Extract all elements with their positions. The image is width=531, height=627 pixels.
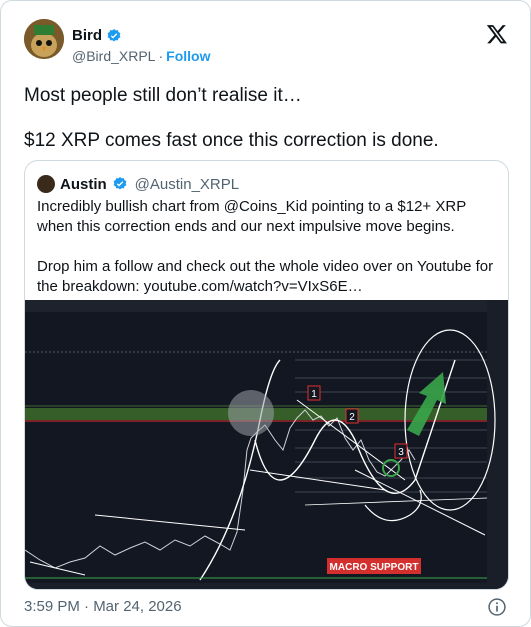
tweet-card: Bird @Bird_XRPL · Follow Most people still… [0, 0, 531, 627]
quoted-body: Incredibly bullish chart from @Coins_Kid… [37, 197, 502, 317]
author-handle[interactable]: @Bird_XRPL [72, 48, 155, 64]
svg-text:2: 2 [349, 412, 355, 423]
wave-label-1: 1 [307, 385, 321, 401]
svg-text:3: 3 [398, 447, 404, 458]
x-logo-icon[interactable] [486, 23, 508, 45]
quoted-author-handle: @Austin_XRPL [134, 175, 240, 193]
svg-text:MACRO SUPPORT: MACRO SUPPORT [330, 562, 419, 573]
chart-image[interactable]: 1 2 3 MACRO SUPPORT [25, 300, 508, 589]
tradingview-chart: 1 2 3 MACRO SUPPORT [25, 300, 508, 589]
tweet-timestamp[interactable]: 3:59 PM · Mar 24, 2026 [24, 598, 182, 615]
wave-label-3: 3 [394, 443, 408, 459]
author-name[interactable]: Bird [72, 27, 102, 44]
tweet-line-1: Most people still don’t realise it… [24, 85, 302, 106]
verified-badge-icon [107, 28, 121, 41]
quoted-paragraph-1: Incredibly bullish chart from @Coins_Kid… [37, 198, 466, 235]
macro-support-label: MACRO SUPPORT [327, 558, 421, 574]
verified-badge-icon [113, 177, 127, 190]
quoted-author-name: Austin [60, 175, 107, 193]
quoted-author-avatar [37, 175, 55, 193]
info-icon[interactable] [487, 597, 507, 617]
svg-text:1: 1 [311, 389, 317, 400]
quoted-paragraph-2: Drop him a follow and check out the whol… [37, 258, 494, 295]
wave-label-2: 2 [345, 408, 359, 424]
quoted-tweet[interactable]: Austin @Austin_XRPL Incredibly bullish c… [24, 160, 509, 590]
separator-dot: · [158, 48, 164, 64]
author-avatar[interactable] [24, 19, 64, 59]
follow-button[interactable]: Follow [166, 48, 210, 64]
tweet-line-2: $12 XRP comes fast once this correction … [24, 130, 439, 151]
